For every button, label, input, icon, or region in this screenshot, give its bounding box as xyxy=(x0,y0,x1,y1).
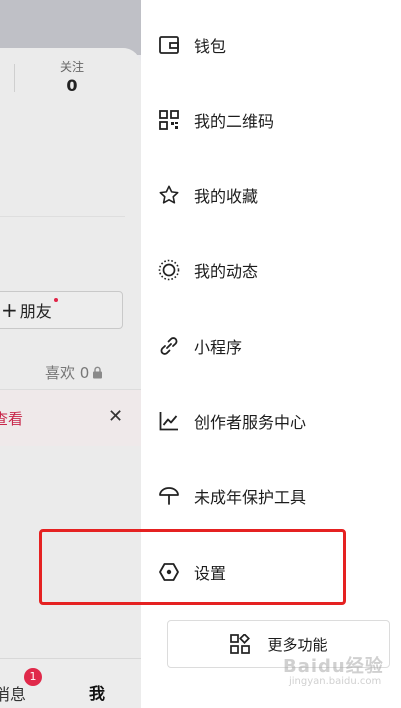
menu-item-mini-programs[interactable]: 小程序 xyxy=(158,326,388,366)
more-features-button[interactable]: 更多功能 xyxy=(167,620,390,668)
menu-item-wallet[interactable]: 钱包 xyxy=(158,25,388,65)
messages-badge: 1 xyxy=(24,668,42,686)
umbrella-icon xyxy=(158,485,180,507)
menu-item-favorites[interactable]: 我的收藏 xyxy=(158,175,388,215)
menu-item-label: 小程序 xyxy=(194,338,243,357)
qr-code-icon xyxy=(158,109,180,131)
plus-icon: + xyxy=(1,298,18,322)
likes-label: 喜欢 0 xyxy=(45,364,90,382)
menu-item-label: 设置 xyxy=(194,564,227,583)
menu-item-creator-center[interactable]: 创作者服务中心 xyxy=(158,401,388,441)
menu-item-label: 我的收藏 xyxy=(194,187,259,206)
menu-item-label: 我的动态 xyxy=(194,262,259,281)
nav-me-tab[interactable]: 我 xyxy=(89,680,105,704)
lock-icon xyxy=(92,366,103,379)
profile-header-image xyxy=(0,0,141,55)
menu-item-label: 未成年保护工具 xyxy=(194,488,307,507)
star-icon xyxy=(158,184,180,206)
grid-plus-icon xyxy=(229,633,251,655)
menu-item-label: 创作者服务中心 xyxy=(194,413,307,432)
notice-view-link[interactable]: 查看 xyxy=(0,408,23,429)
screen: 关注 0 + 朋友 喜欢 0 查看 ✕ 消息 1 我 钱包 我的二维码 我的收藏… xyxy=(0,0,401,708)
activity-icon xyxy=(158,259,180,281)
divider xyxy=(0,216,125,217)
side-drawer: 钱包 我的二维码 我的收藏 我的动态 小程序 创作者服务中心 未成年保护工具 设… xyxy=(141,0,401,708)
following-count[interactable]: 0 xyxy=(52,76,92,95)
menu-item-minor-protection[interactable]: 未成年保护工具 xyxy=(158,476,388,516)
menu-item-activity[interactable]: 我的动态 xyxy=(158,250,388,290)
add-friend-label: 朋友 xyxy=(19,302,52,321)
menu-item-label: 我的二维码 xyxy=(194,112,275,131)
menu-item-qr-code[interactable]: 我的二维码 xyxy=(158,100,388,140)
chart-icon xyxy=(158,410,180,432)
menu-item-label: 钱包 xyxy=(194,37,227,56)
likes-tab[interactable]: 喜欢 0 xyxy=(45,362,103,383)
close-icon[interactable]: ✕ xyxy=(108,406,123,427)
following-label: 关注 xyxy=(59,60,84,74)
notification-dot xyxy=(54,298,58,302)
link-icon xyxy=(158,335,180,357)
more-features-label: 更多功能 xyxy=(267,635,328,654)
nav-messages-tab[interactable]: 消息 xyxy=(0,681,26,705)
stat-divider xyxy=(14,64,15,92)
add-friend-button[interactable]: + 朋友 xyxy=(0,291,123,329)
menu-item-settings[interactable]: 设置 xyxy=(158,552,388,592)
settings-hexagon-icon xyxy=(158,561,180,583)
wallet-icon xyxy=(158,34,180,56)
